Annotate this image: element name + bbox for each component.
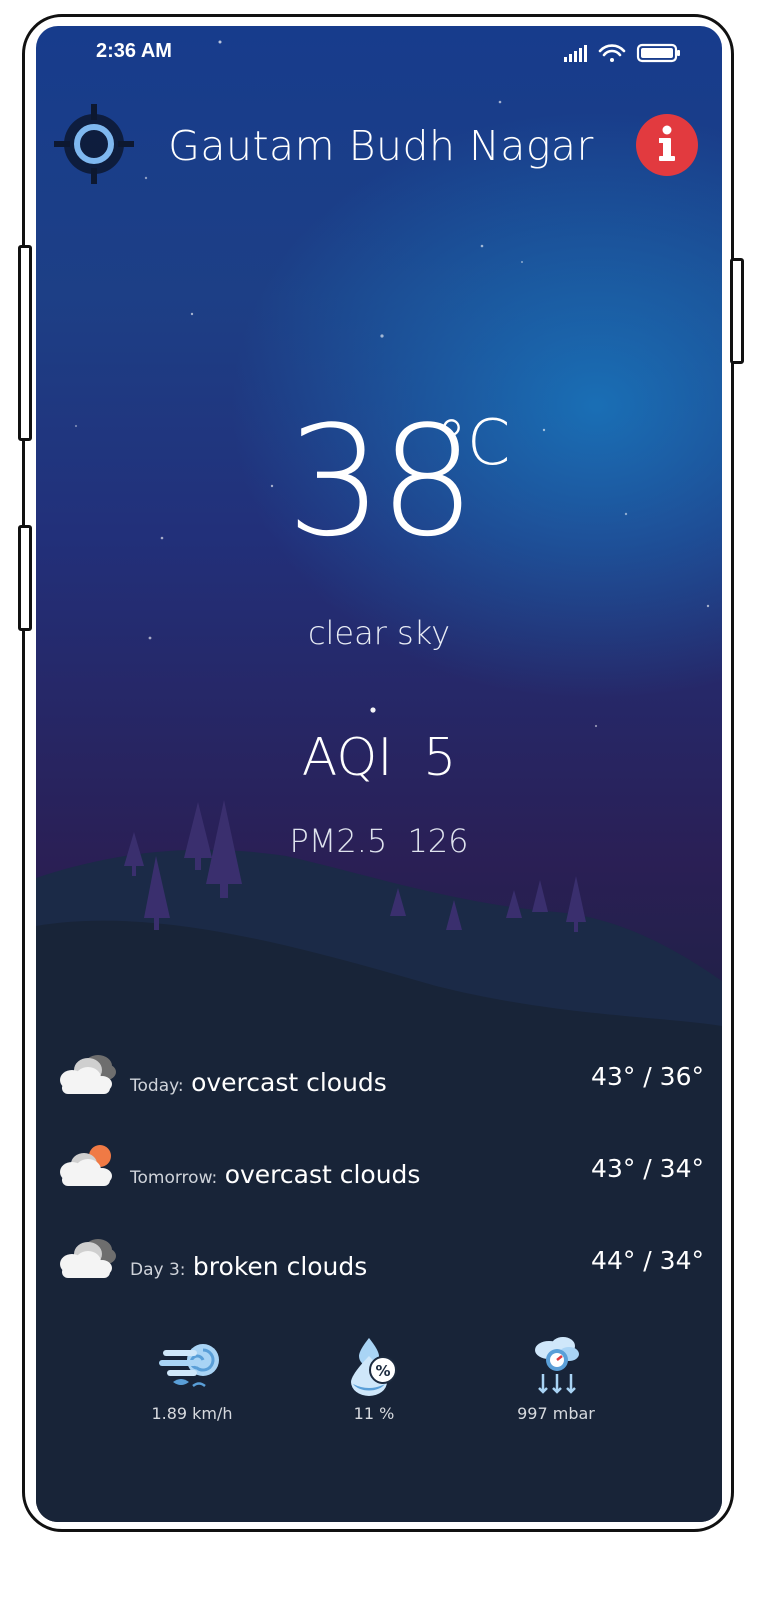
cloud-sun-icon <box>60 1145 112 1186</box>
forecast-description: overcast clouds <box>191 1068 387 1097</box>
aqi-value: 5 <box>423 728 457 788</box>
forecast-row-day3: Day 3: broken clouds 44° / 34° <box>54 1232 714 1292</box>
pm25-value: 126 <box>407 822 469 860</box>
temperature-unit: °C <box>436 406 511 479</box>
forecast-description: broken clouds <box>192 1252 368 1281</box>
wind-speed-value: 1.89 km/h <box>151 1404 233 1423</box>
temperature-block: 38 °C <box>36 406 722 558</box>
forecast-day: Day 3: <box>130 1260 186 1280</box>
forecast-day: Tomorrow: <box>130 1168 218 1188</box>
humidity-stat: % 11 % <box>304 1336 444 1423</box>
forecast-day-label: Today: overcast clouds <box>130 1068 387 1097</box>
forecast-day-label: Tomorrow: overcast clouds <box>130 1160 420 1189</box>
aqi-readout: AQI 5 <box>36 728 722 788</box>
signal-icon <box>564 45 587 62</box>
humidity-icon: % <box>351 1338 397 1396</box>
crosshair-icon <box>54 104 134 184</box>
status-icons <box>564 42 682 68</box>
side-button <box>18 245 32 441</box>
forecast-temps: 44° / 34° <box>591 1246 704 1275</box>
side-button <box>730 258 744 364</box>
pressure-stat: 997 mbar <box>486 1336 626 1423</box>
status-time: 2:36 AM <box>96 40 172 62</box>
wind-stat: 1.89 km/h <box>122 1336 262 1423</box>
wifi-icon <box>598 44 626 62</box>
forecast-day: Today: <box>130 1076 184 1096</box>
pm25-readout: PM2.5 126 <box>36 822 722 860</box>
info-button[interactable] <box>636 114 698 176</box>
pressure-value: 997 mbar <box>517 1404 595 1423</box>
forecast-day-label: Day 3: broken clouds <box>130 1252 367 1281</box>
cloudy-icon <box>60 1239 116 1278</box>
pm25-label: PM2.5 <box>289 822 388 860</box>
forecast-row-tomorrow: Tomorrow: overcast clouds 43° / 34° <box>54 1140 714 1200</box>
forecast-temps: 43° / 36° <box>591 1062 704 1091</box>
wind-icon <box>159 1344 219 1388</box>
city-name: Gautam Budh Nagar <box>168 122 594 170</box>
weather-condition: clear sky <box>307 614 451 652</box>
battery-icon <box>636 43 680 63</box>
weather-screen: 2:36 AM Gautam Budh Nagar 38 °C clear sk… <box>36 26 722 1522</box>
locate-button[interactable] <box>52 102 136 186</box>
cloudy-icon <box>60 1055 116 1094</box>
side-button <box>18 525 32 631</box>
aqi-label: AQI <box>301 728 393 788</box>
forecast-description: overcast clouds <box>224 1160 421 1189</box>
pressure-icon <box>535 1337 579 1394</box>
svg-text:%: % <box>375 1362 390 1380</box>
humidity-value: 11 % <box>353 1404 395 1423</box>
forecast-row-today: Today: overcast clouds 43° / 36° <box>54 1048 714 1108</box>
info-icon <box>659 125 675 161</box>
status-bar: 2:36 AM <box>36 26 722 82</box>
forecast-temps: 43° / 34° <box>591 1154 704 1183</box>
